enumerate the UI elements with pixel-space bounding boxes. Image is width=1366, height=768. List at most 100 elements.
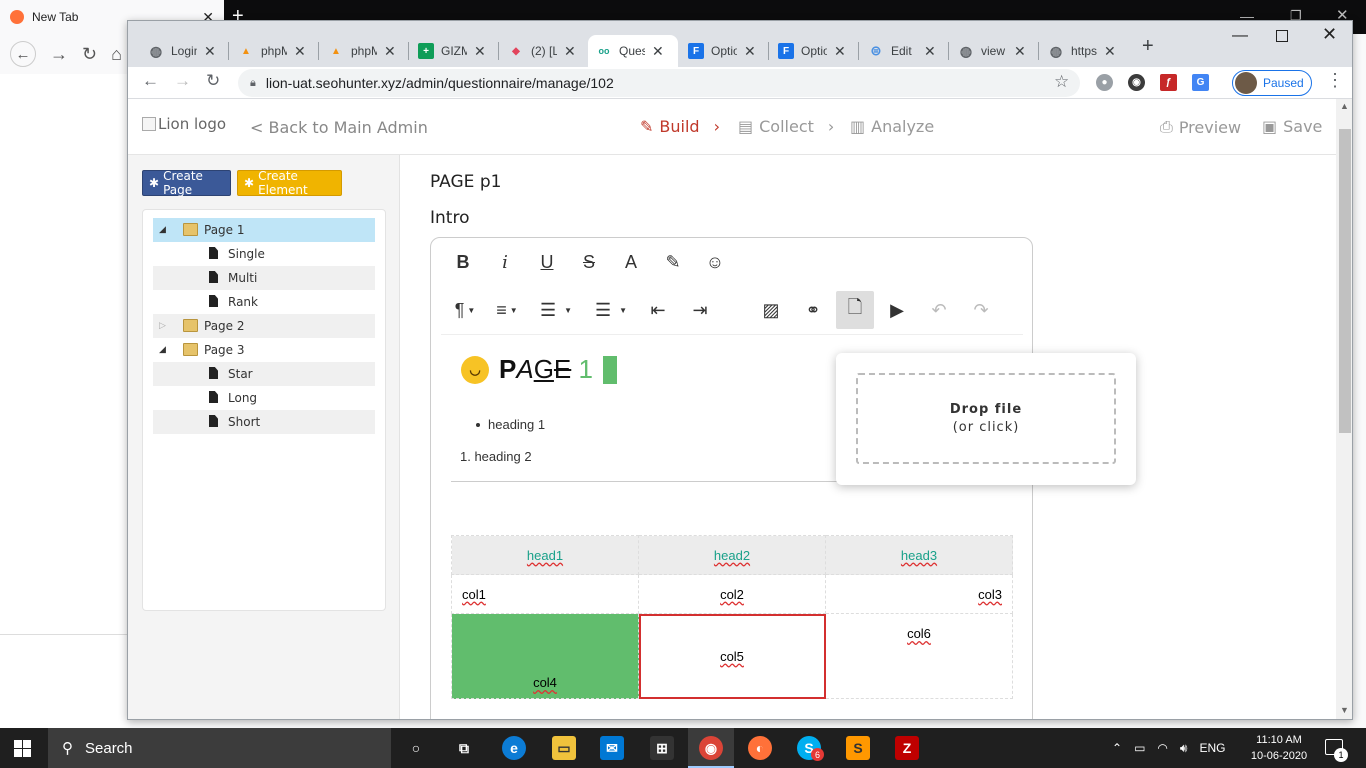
chrome-tab[interactable]: + GIZMO ✕ [410,35,496,67]
bullet-list-item[interactable]: heading 1 [476,417,545,432]
taskbar-clock[interactable]: 11:10 AM 10-06-2020 [1244,732,1314,764]
edge-icon[interactable]: e [502,736,526,760]
chrome-tab[interactable]: ◍ view ✕ [950,35,1036,67]
extension-translate-icon[interactable]: G [1192,74,1209,91]
tree-element-single[interactable]: Single [153,242,375,266]
maximize-icon[interactable] [1276,30,1288,42]
filezilla-icon[interactable]: Z [895,736,919,760]
minimize-icon[interactable]: — [1232,27,1248,45]
tree-element-long[interactable]: Long [153,386,375,410]
chrome-icon[interactable]: ◉ [699,736,723,760]
close-icon[interactable]: ✕ [384,43,396,60]
taskbar-search[interactable]: ⚲ Search [48,728,391,768]
volume-icon[interactable]: 🔊︎ [1180,741,1188,756]
close-icon[interactable]: ✕ [564,43,576,60]
sublime-text-icon[interactable]: S [846,736,870,760]
step-build[interactable]: ✎ Build › [640,117,720,136]
reload-icon[interactable]: ↻ [82,44,97,65]
image-icon[interactable]: ▨ [752,291,790,329]
redo-icon[interactable]: ↷ [962,291,1000,329]
tree-page-2[interactable]: ▷ Page 2 [153,314,375,338]
step-analyze[interactable]: ▥ Analyze [850,117,934,136]
tree-element-multi[interactable]: Multi [153,266,375,290]
chrome-tab[interactable]: ◍ https ✕ [1040,35,1126,67]
back-to-admin-link[interactable]: < Back to Main Admin [250,118,428,137]
table-cell[interactable]: col1 [451,574,639,614]
chrome-tab[interactable]: F Options ✕ [770,35,856,67]
italic-icon[interactable]: i [486,243,524,281]
step-collect[interactable]: ▤ Collect › [738,117,834,136]
chrome-tab[interactable]: F Options ✕ [680,35,766,67]
link-icon[interactable]: ⚭ [794,291,832,329]
forward-icon[interactable]: → [50,44,68,65]
brush-icon[interactable]: ✎ [654,243,692,281]
scroll-up-icon[interactable]: ▲ [1340,101,1349,111]
close-icon[interactable]: ✕ [652,43,664,60]
tree-element-star[interactable]: Star [153,362,375,386]
expanded-triangle-icon[interactable]: ◢ [159,225,166,235]
content-heading[interactable]: ◡ PAGE 1 [461,354,617,385]
align-icon[interactable]: ≡ ▼ [488,291,526,329]
table-cell[interactable]: col3 [825,574,1013,614]
table-header-cell[interactable]: head1 [451,535,639,575]
emoji-icon[interactable]: ☺ [696,243,734,281]
preview-button[interactable]: ⎙ Preview [1160,117,1241,137]
paragraph-format-icon[interactable]: ¶ ▼ [448,291,482,329]
chrome-tab[interactable]: ◍ Login ✕ [140,35,226,67]
page-scrollbar[interactable]: ▲ ▼ [1336,99,1352,719]
chrome-tab[interactable]: ▲ phpMyAdmin ✕ [230,35,316,67]
close-icon[interactable]: ✕ [294,43,306,60]
store-icon[interactable]: ⊞ [650,736,674,760]
outdent-icon[interactable]: ⇤ [639,291,677,329]
file-upload-icon[interactable]: 🗋︎ [836,291,874,329]
task-view-icon[interactable]: ⧉ [452,736,476,760]
close-icon[interactable]: ✕ [1014,43,1026,60]
forward-icon[interactable]: → [174,71,191,91]
close-icon[interactable]: ✕ [474,43,486,60]
collapsed-triangle-icon[interactable]: ▷ [159,321,166,331]
language-indicator[interactable]: ENG [1199,741,1225,755]
close-icon[interactable]: ✕ [834,43,846,60]
close-icon[interactable]: ✕ [1322,24,1337,45]
bookmark-star-icon[interactable]: ☆ [1054,72,1069,92]
save-button[interactable]: ▣ Save [1262,117,1322,136]
table-cell[interactable]: col6 [825,613,1013,699]
lion-logo[interactable]: Lion logo [142,115,226,133]
underline-icon[interactable]: U [528,243,566,281]
undo-icon[interactable]: ↶ [920,291,958,329]
tree-page-3[interactable]: ◢ Page 3 [153,338,375,362]
back-icon[interactable]: ← [10,41,36,67]
tree-element-rank[interactable]: Rank [153,290,375,314]
firefox-icon[interactable]: ◐ [748,736,772,760]
chrome-tab[interactable]: ⊜ Edit ✕ [860,35,946,67]
mail-icon[interactable]: ✉ [600,736,624,760]
close-icon[interactable]: ✕ [744,43,756,60]
home-icon[interactable]: ⌂ [111,44,122,65]
video-icon[interactable]: ▶ [878,291,916,329]
chrome-tab[interactable]: ▲ phpMyAdmin ✕ [320,35,406,67]
unordered-list-icon[interactable]: ☰ ▼ [589,291,633,329]
table-cell-green[interactable]: col4 [451,613,639,699]
bold-icon[interactable]: B [444,243,482,281]
indent-icon[interactable]: ⇥ [681,291,719,329]
create-element-button[interactable]: ✱ Create Element [237,169,342,197]
tree-element-short[interactable]: Short [153,410,375,434]
chrome-tab-active[interactable]: oo Questionnaire ✕ [588,35,678,67]
cortana-icon[interactable]: ○ [404,736,428,760]
chrome-tab[interactable]: ◆ (2) [L ✕ [500,35,586,67]
windows-start-icon[interactable] [14,740,31,757]
reload-icon[interactable]: ↻ [206,71,220,91]
address-bar[interactable]: 🔒︎ lion-uat.seohunter.xyz/admin/question… [238,69,1080,97]
scroll-down-icon[interactable]: ▼ [1340,705,1349,715]
extension-globe-icon[interactable]: ● [1096,74,1113,91]
close-icon[interactable]: ✕ [1104,43,1116,60]
file-drop-zone[interactable]: Drop file (or click) [856,373,1116,464]
close-icon[interactable]: ✕ [204,43,216,60]
table-cell[interactable]: col2 [638,574,826,614]
tree-page-1[interactable]: ◢ Page 1 [153,218,375,242]
close-icon[interactable]: ✕ [924,43,936,60]
profile-paused-button[interactable]: Paused [1232,70,1312,96]
extension-color-icon[interactable]: ◉ [1128,74,1145,91]
strikethrough-icon[interactable]: S [570,243,608,281]
expanded-triangle-icon[interactable]: ◢ [159,345,166,355]
